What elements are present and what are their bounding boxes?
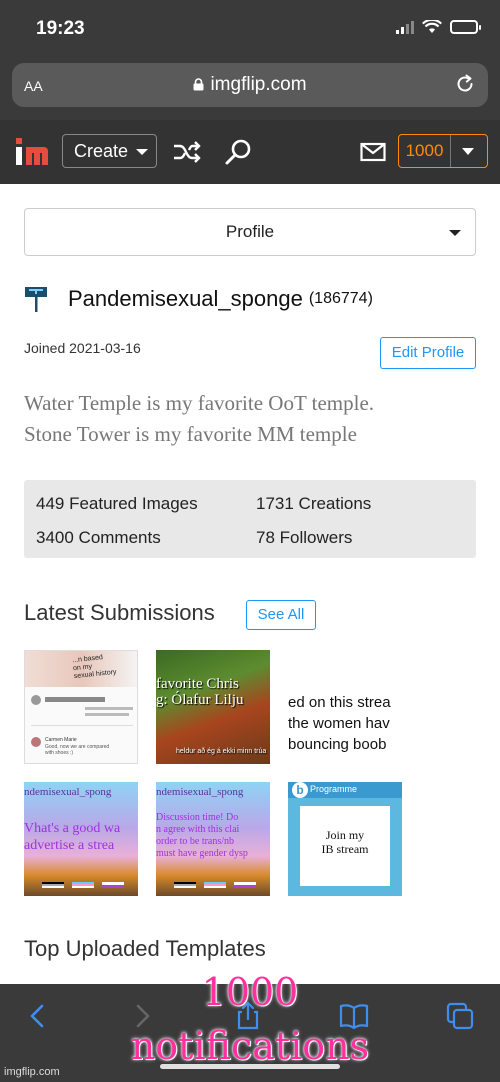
create-label: Create xyxy=(74,141,129,161)
creations-stat[interactable]: 1731 Creations xyxy=(256,494,371,514)
submission-thumbnail[interactable]: ndemisexual_spong Vhat's a good wa advert… xyxy=(24,782,138,896)
signal-icon xyxy=(396,20,414,34)
battery-icon xyxy=(450,20,481,34)
wifi-icon xyxy=(422,20,442,33)
edit-profile-button[interactable]: Edit Profile xyxy=(380,337,476,369)
chevron-down-icon xyxy=(449,230,461,236)
featured-images-stat[interactable]: 449 Featured Images xyxy=(36,494,198,514)
mail-icon[interactable] xyxy=(360,140,386,164)
url-text: imgflip.com xyxy=(210,74,307,95)
user-points: (186774) xyxy=(308,290,373,307)
notification-count: 1000 xyxy=(399,135,451,167)
profile-page: Profile Pandemisexual_sponge (186774) Jo… xyxy=(0,184,500,984)
browser-chrome: AA imgflip.com xyxy=(0,58,500,120)
comments-stat[interactable]: 3400 Comments xyxy=(36,528,161,548)
submission-thumbnail[interactable]: favorite Chris g: Ólafur Lilju heldur að … xyxy=(156,650,270,764)
create-dropdown[interactable]: Create xyxy=(62,134,157,168)
latest-submissions-title: Latest Submissions xyxy=(24,600,215,625)
watermark: imgflip.com xyxy=(4,1066,60,1078)
profile-select-label: Profile xyxy=(225,222,275,241)
notifications-button[interactable]: 1000 xyxy=(398,134,488,168)
see-all-button[interactable]: See All xyxy=(246,600,316,630)
lock-icon xyxy=(193,78,204,91)
stats-box: 449 Featured Images 1731 Creations 3400 … xyxy=(24,480,476,558)
caption-line-2: notifications xyxy=(130,1024,370,1068)
site-nav: Create 1000 xyxy=(0,120,500,184)
reload-icon[interactable] xyxy=(454,73,476,95)
url-display[interactable]: imgflip.com xyxy=(12,74,488,96)
user-header: Pandemisexual_sponge (186774) xyxy=(24,284,373,314)
submission-thumbnail[interactable]: ndemisexual_spong Discussion time! Do n a… xyxy=(156,782,270,896)
username[interactable]: Pandemisexual_sponge xyxy=(68,286,303,312)
followers-stat[interactable]: 78 Followers xyxy=(256,528,352,548)
address-bar[interactable]: AA imgflip.com xyxy=(12,63,488,107)
top-templates-title: Top Uploaded Templates xyxy=(24,936,266,961)
status-icons xyxy=(396,20,481,34)
status-bar: 19:23 xyxy=(0,0,500,58)
submission-thumbnail[interactable]: ...n based on my sexual history Carmen Mar… xyxy=(24,650,138,764)
submission-thumbnail[interactable]: Programme b Join my IB stream xyxy=(288,782,402,896)
badge-icon: b xyxy=(292,782,308,798)
chevron-down-icon xyxy=(462,148,474,155)
imgflip-logo[interactable] xyxy=(14,137,50,167)
user-bio: Water Temple is my favorite OoT temple. … xyxy=(24,388,476,450)
joined-date: Joined 2021-03-16 xyxy=(24,340,141,356)
flag-avatar-icon xyxy=(25,287,47,312)
search-icon[interactable] xyxy=(224,137,254,167)
chevron-down-icon xyxy=(136,149,148,155)
bio-line: Stone Tower is my favorite MM temple xyxy=(24,422,357,446)
submission-thumbnail[interactable]: ed on this strea the women hav bouncing bo… xyxy=(288,650,402,764)
shuffle-icon[interactable] xyxy=(172,137,202,167)
profile-select[interactable]: Profile xyxy=(24,208,476,256)
bio-line: Water Temple is my favorite OoT temple. xyxy=(24,391,375,415)
caption-line-1: 1000 xyxy=(201,970,299,1014)
status-time: 19:23 xyxy=(36,18,85,39)
